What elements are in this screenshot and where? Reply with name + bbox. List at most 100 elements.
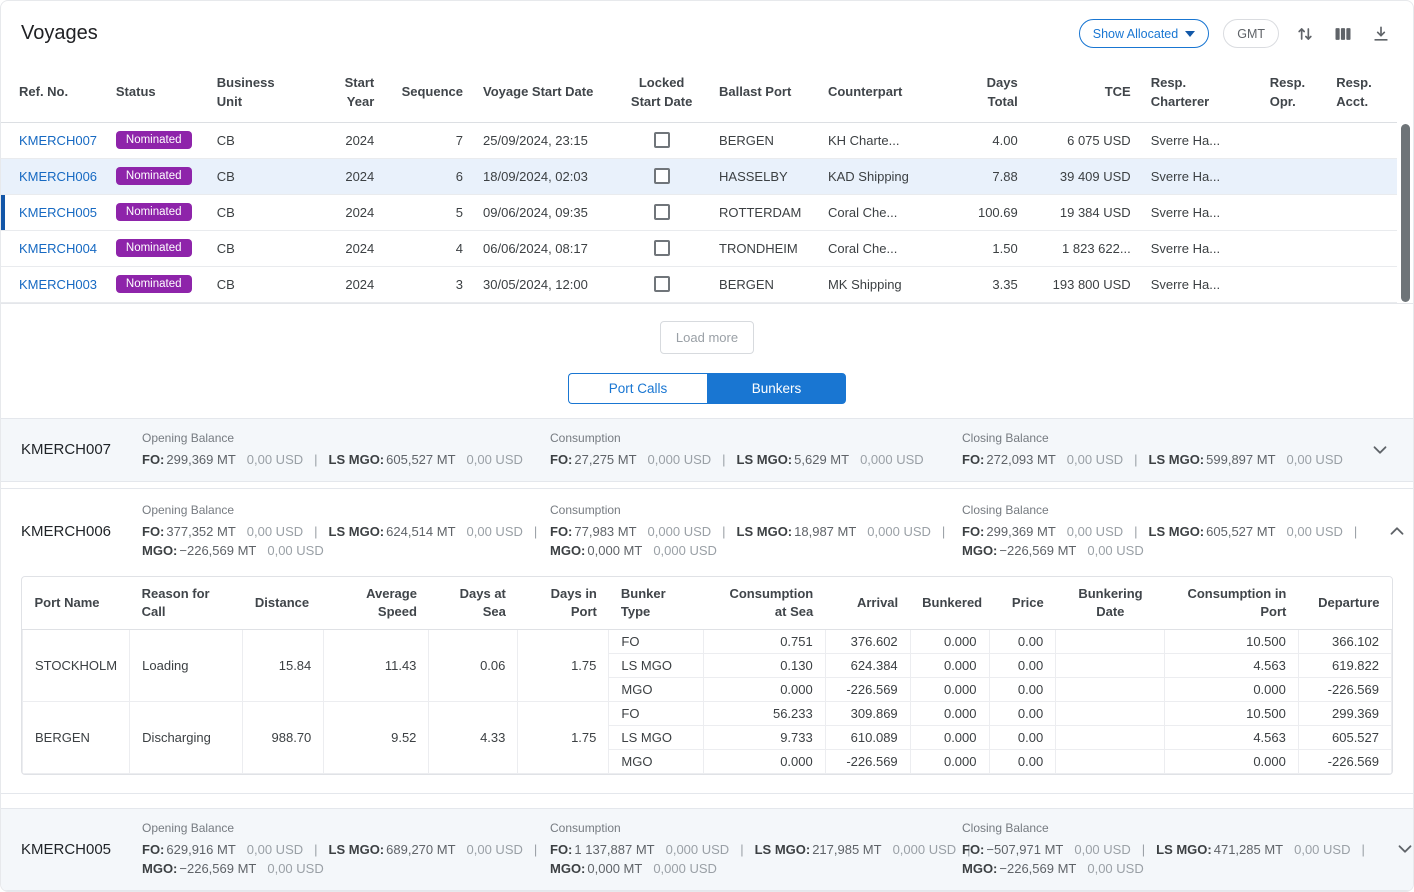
ballast-port-cell: TRONDHEIM xyxy=(709,230,818,266)
col-consumption-in-port: Consumption in Port xyxy=(1165,577,1298,630)
col-distance: Distance xyxy=(243,577,324,630)
voyage-row-selected[interactable]: KMERCH005 Nominated CB 2024 5 09/06/2024… xyxy=(1,194,1397,230)
reason-cell: Discharging xyxy=(130,701,243,773)
col-business-unit[interactable]: Business Unit xyxy=(207,64,322,122)
voyage-ref-link[interactable]: KMERCH004 xyxy=(19,241,97,256)
sequence-cell: 7 xyxy=(384,122,473,158)
download-icon xyxy=(1371,24,1391,44)
locked-cell xyxy=(614,266,709,302)
closing-balance-block: Closing Balance FO:272,093 MT0,00 USD|LS… xyxy=(962,431,1367,469)
col-locked-start-date[interactable]: Locked Start Date xyxy=(614,64,709,122)
status-cell: Nominated xyxy=(106,158,207,194)
fuel-label: LS MGO: xyxy=(1149,524,1205,539)
gmt-label: GMT xyxy=(1237,27,1265,41)
voyage-ref-link[interactable]: KMERCH007 xyxy=(19,133,97,148)
col-status[interactable]: Status xyxy=(106,64,207,122)
fuel-label: MGO: xyxy=(142,861,177,876)
voyage-ref-link[interactable]: KMERCH006 xyxy=(19,169,97,184)
columns-button[interactable] xyxy=(1331,22,1355,46)
sort-arrows-icon xyxy=(1295,24,1315,44)
ref-cell: KMERCH004 xyxy=(1,230,106,266)
fuel-qty: 605,527 MT xyxy=(386,452,455,467)
show-allocated-dropdown[interactable]: Show Allocated xyxy=(1079,19,1209,48)
opening-balance-block: Opening Balance FO:377,352 MT0,00 USD|LS… xyxy=(142,503,550,560)
bunkered-cell: 0.000 xyxy=(910,653,989,677)
tab-bunkers[interactable]: Bunkers xyxy=(707,373,846,404)
vertical-scrollbar[interactable] xyxy=(1401,124,1410,358)
bunkered-cell: 0.000 xyxy=(910,629,989,653)
bunkered-cell: 0.000 xyxy=(910,677,989,701)
separator: | xyxy=(1134,452,1137,467)
fuel-label: LS MGO: xyxy=(737,524,793,539)
expand-section-button[interactable] xyxy=(1392,836,1414,862)
bunkered-cell: 0.000 xyxy=(910,749,989,773)
voyages-page: Voyages Show Allocated GMT xyxy=(0,0,1414,892)
fuel-usd: 0,000 USD xyxy=(893,842,957,857)
load-more-button[interactable]: Load more xyxy=(660,321,754,354)
consumption-block: Consumption FO:1 137,887 MT0,000 USD|LS … xyxy=(550,821,962,878)
voyage-row[interactable]: KMERCH003 Nominated CB 2024 3 30/05/2024… xyxy=(1,266,1397,302)
separator: | xyxy=(314,524,317,539)
fuel-usd: 0,00 USD xyxy=(1074,842,1130,857)
col-resp-acct[interactable]: Resp. Acct. xyxy=(1326,64,1397,122)
voyage-row[interactable]: KMERCH004 Nominated CB 2024 4 06/06/2024… xyxy=(1,230,1397,266)
voyage-ref-link[interactable]: KMERCH003 xyxy=(19,277,97,292)
closing-balance-label: Closing Balance xyxy=(962,431,1351,445)
col-ref-no[interactable]: Ref. No. xyxy=(1,64,106,122)
fuel-qty: −226,569 MT xyxy=(999,543,1076,558)
start-year-cell: 2024 xyxy=(322,194,385,230)
col-tce[interactable]: TCE xyxy=(1028,64,1141,122)
bunker-section-header[interactable]: KMERCH007 Opening Balance FO:299,369 MT0… xyxy=(21,431,1393,469)
download-button[interactable] xyxy=(1369,22,1393,46)
voyage-row[interactable]: KMERCH007 Nominated CB 2024 7 25/09/2024… xyxy=(1,122,1397,158)
separator: | xyxy=(314,842,317,857)
col-resp-charterer[interactable]: Resp. Charterer xyxy=(1141,64,1260,122)
col-voyage-start-date[interactable]: Voyage Start Date xyxy=(473,64,614,122)
locked-start-checkbox[interactable] xyxy=(654,132,670,148)
fuel-label: FO: xyxy=(550,524,572,539)
locked-start-checkbox[interactable] xyxy=(654,204,670,220)
fuel-qty: −226,569 MT xyxy=(999,861,1076,876)
sort-button[interactable] xyxy=(1293,22,1317,46)
status-badge: Nominated xyxy=(116,239,192,257)
resp-acct-cell xyxy=(1326,194,1397,230)
resp-opr-cell xyxy=(1260,230,1327,266)
fuel-usd: 0,00 USD xyxy=(1067,524,1123,539)
expand-section-button[interactable] xyxy=(1367,437,1393,463)
fuel-label: LS MGO: xyxy=(1156,842,1212,857)
departure-cell: -226.569 xyxy=(1298,677,1391,701)
col-resp-opr[interactable]: Resp. Opr. xyxy=(1260,64,1327,122)
scrollbar-thumb[interactable] xyxy=(1401,124,1410,302)
locked-start-checkbox[interactable] xyxy=(654,168,670,184)
bunker-section-header[interactable]: KMERCH005 Opening Balance FO:629,916 MT0… xyxy=(21,821,1393,878)
fuel-qty: 377,352 MT xyxy=(166,524,235,539)
locked-start-checkbox[interactable] xyxy=(654,276,670,292)
col-days-total[interactable]: Days Total xyxy=(941,64,1028,122)
ballast-port-cell: BERGEN xyxy=(709,266,818,302)
arrival-cell: -226.569 xyxy=(825,749,910,773)
col-arrival: Arrival xyxy=(825,577,910,630)
tab-port-calls[interactable]: Port Calls xyxy=(568,373,707,404)
business-unit-cell: CB xyxy=(207,230,322,266)
bunker-section-header[interactable]: KMERCH006 Opening Balance FO:377,352 MT0… xyxy=(21,503,1393,560)
fuel-usd: 0,00 USD xyxy=(267,861,323,876)
fuel-usd: 0,00 USD xyxy=(1087,861,1143,876)
col-ballast-port[interactable]: Ballast Port xyxy=(709,64,818,122)
start-date-cell: 25/09/2024, 23:15 xyxy=(473,122,614,158)
bunkers-detail-table-wrap: Port Name Reason for Call Distance Avera… xyxy=(21,576,1393,775)
ballast-port-cell: BERGEN xyxy=(709,122,818,158)
collapse-section-button[interactable] xyxy=(1384,518,1410,544)
voyage-ref-link[interactable]: KMERCH005 xyxy=(19,205,97,220)
voyage-row[interactable]: KMERCH006 Nominated CB 2024 6 18/09/2024… xyxy=(1,158,1397,194)
consumption-values: FO:27,275 MT0,000 USD|LS MGO:5,629 MT0,0… xyxy=(550,450,946,469)
arrival-cell: 309.869 xyxy=(825,701,910,725)
reason-cell: Loading xyxy=(130,629,243,701)
locked-start-checkbox[interactable] xyxy=(654,240,670,256)
col-counterpart[interactable]: Counterpart xyxy=(818,64,941,122)
consumption-in-port-cell: 10.500 xyxy=(1165,629,1298,653)
gmt-button[interactable]: GMT xyxy=(1223,19,1279,48)
consumption-label: Consumption xyxy=(550,821,946,835)
col-start-year[interactable]: Start Year xyxy=(322,64,385,122)
departure-cell: -226.569 xyxy=(1298,749,1391,773)
col-sequence[interactable]: Sequence xyxy=(384,64,473,122)
